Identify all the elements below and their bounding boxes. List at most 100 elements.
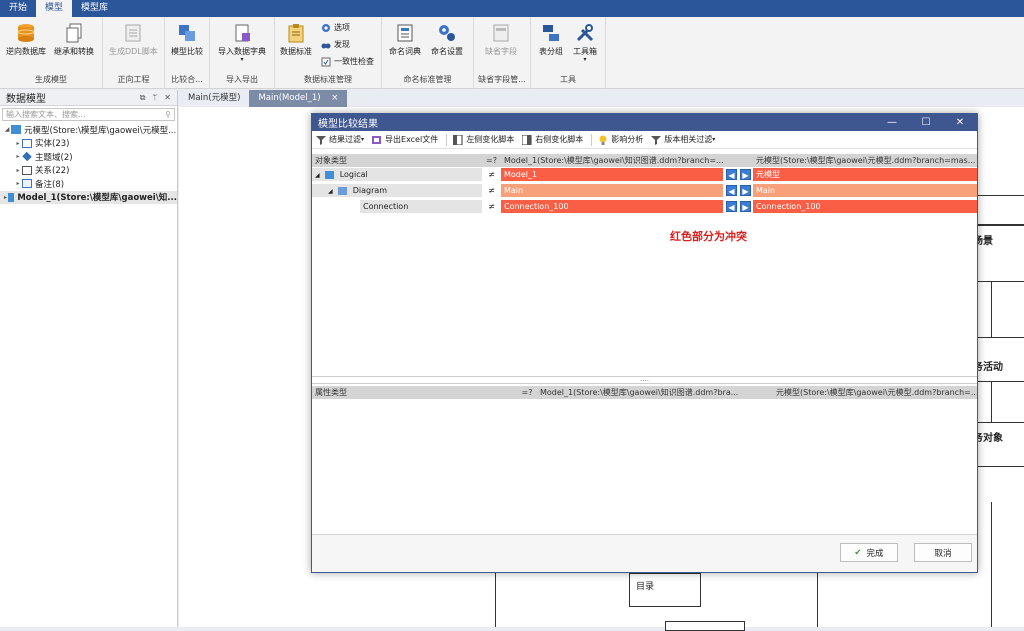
close-button[interactable]: ✕ bbox=[943, 114, 977, 131]
export-excel-button[interactable]: 导出Excel文件 bbox=[372, 134, 438, 145]
copy-right-arrow-icon[interactable]: ▶ bbox=[740, 169, 751, 180]
col-prop-equal[interactable]: =? bbox=[517, 386, 537, 399]
ribbon-group-forward: 生成DDL脚本 正向工程 bbox=[103, 17, 165, 89]
binoculars-icon bbox=[321, 43, 331, 48]
caret-right-icon[interactable]: ▸ bbox=[14, 180, 22, 187]
float-icon[interactable]: ⧉ bbox=[140, 93, 146, 103]
tree-item-root[interactable]: ◢ 元模型(Store:\模型库\gaowei\元模型... bbox=[0, 123, 177, 137]
check-icon: ✔ bbox=[854, 547, 862, 558]
reverse-db-button[interactable]: 逆向数据库 bbox=[6, 23, 46, 57]
col-prop-right[interactable]: 元模型(Store:\模型库\gaowei\元模型.ddm?branch=... bbox=[773, 386, 977, 399]
connector-line[interactable] bbox=[817, 573, 818, 627]
toolbox-button[interactable]: 工具箱 ▾ bbox=[573, 23, 597, 63]
cell-left-value[interactable]: Model_1 bbox=[501, 168, 723, 181]
caret-right-icon[interactable]: ▸ bbox=[14, 153, 22, 160]
close-icon[interactable]: ✕ bbox=[164, 93, 171, 103]
diagram-note-catalog[interactable]: 目录 bbox=[629, 573, 701, 607]
document-copy-icon bbox=[66, 23, 82, 43]
options-button[interactable]: 选项 bbox=[321, 22, 350, 33]
diagram-entity-bottom[interactable] bbox=[665, 621, 745, 631]
connector-line[interactable] bbox=[991, 382, 992, 422]
naming-settings-button[interactable]: 命名设置 bbox=[431, 23, 463, 57]
logical-icon bbox=[325, 170, 335, 179]
ribbon-group-import-export: 导入数据字典 ▾ 导入导出 bbox=[210, 17, 275, 89]
col-left-model[interactable]: Model_1(Store:\模型库\gaowei\知识图谱.ddm?branc… bbox=[501, 154, 723, 167]
missing-field-button[interactable]: 缺省字段 bbox=[485, 23, 517, 57]
relation-icon bbox=[22, 165, 32, 175]
cell-left-value[interactable]: Main bbox=[501, 184, 723, 197]
version-filter-button[interactable]: 版本相关过滤 ▾ bbox=[651, 134, 715, 145]
caret-down-icon[interactable]: ◢ bbox=[3, 126, 11, 133]
menu-tab-model[interactable]: 模型 bbox=[36, 0, 73, 17]
tree-item-note[interactable]: ▸ 备注(8) bbox=[0, 177, 177, 191]
model-compare-button[interactable]: 模型比较 bbox=[171, 23, 203, 57]
search-box[interactable]: 输入搜索文本、搜索... ⚲ bbox=[2, 108, 175, 121]
col-right-model[interactable]: 元模型(Store:\模型库\gaowei\元模型.ddm?branch=mas… bbox=[753, 154, 977, 167]
ribbon-group-tools: 表分组 工具箱 ▾ 工具 bbox=[531, 17, 606, 89]
col-prop-left[interactable]: Model_1(Store:\模型库\gaowei\知识图谱.ddm?bra..… bbox=[537, 386, 757, 399]
diagram-entity-scene[interactable]: 场景 bbox=[970, 225, 1024, 282]
tab-main-meta[interactable]: Main(元模型) bbox=[179, 90, 249, 107]
copy-right-arrow-icon[interactable]: ▶ bbox=[740, 201, 751, 212]
cell-left-value[interactable]: Connection_100 bbox=[501, 200, 723, 213]
tab-main-model1[interactable]: Main(Model_1) × bbox=[249, 90, 348, 107]
copy-left-arrow-icon[interactable]: ◀ bbox=[726, 169, 737, 180]
cell-right-value[interactable]: Main bbox=[753, 184, 977, 197]
naming-dict-button[interactable]: 命名词典 bbox=[389, 23, 421, 57]
connector-line[interactable] bbox=[991, 282, 992, 337]
pin-icon[interactable]: ᛘ bbox=[152, 93, 157, 103]
search-input[interactable]: 输入搜索文本、搜索... bbox=[6, 109, 86, 120]
grid-row-diagram[interactable]: ◢ Diagram bbox=[312, 184, 482, 197]
consistency-check-button[interactable]: 一致性检查 bbox=[321, 56, 374, 67]
copy-left-arrow-icon[interactable]: ◀ bbox=[726, 201, 737, 212]
inherit-button[interactable]: 继承和转换 bbox=[54, 23, 94, 57]
caret-down-icon[interactable]: ◢ bbox=[328, 188, 333, 195]
data-standard-button[interactable]: 数据标准 bbox=[280, 23, 312, 57]
copy-left-arrow-icon[interactable]: ◀ bbox=[726, 185, 737, 196]
col-property-type[interactable]: 属性类型 bbox=[312, 386, 517, 399]
cancel-button[interactable]: 取消 bbox=[914, 543, 972, 562]
connector-line[interactable] bbox=[495, 573, 496, 627]
panel-title: 数据模型 bbox=[6, 94, 46, 105]
right-script-icon bbox=[522, 134, 532, 145]
gen-ddl-button[interactable]: 生成DDL脚本 bbox=[109, 23, 158, 57]
finish-button[interactable]: ✔ 完成 bbox=[840, 543, 898, 562]
search-icon[interactable]: ⚲ bbox=[165, 110, 171, 119]
copy-right-arrow-icon[interactable]: ▶ bbox=[740, 185, 751, 196]
col-equal[interactable]: =? bbox=[482, 154, 501, 167]
caret-down-icon[interactable]: ◢ bbox=[315, 172, 320, 179]
minimize-button[interactable]: — bbox=[875, 114, 909, 131]
discover-button[interactable]: 发现 bbox=[321, 39, 350, 50]
tree-item-entity[interactable]: ▸ 实体(23) bbox=[0, 137, 177, 151]
tab-close-icon[interactable]: × bbox=[331, 93, 338, 103]
table-group-button[interactable]: 表分组 bbox=[539, 23, 563, 57]
compare-result-dialog: 模型比较结果 — ☐ ✕ 结果过滤 ▾ 导出Excel文件 左侧变化脚本 右侧变化… bbox=[311, 113, 978, 573]
left-script-button[interactable]: 左侧变化脚本 bbox=[453, 134, 514, 145]
cell-right-value[interactable]: Connection_100 bbox=[753, 200, 977, 213]
ribbon: 逆向数据库 继承和转换 生成模型 生成DDL脚本 正向工程 模型比较 比较合..… bbox=[0, 17, 1024, 89]
grid-row-logical[interactable]: ◢ Logical bbox=[312, 168, 482, 181]
cell-right-value[interactable]: 元模型 bbox=[753, 168, 977, 181]
gear-icon bbox=[322, 23, 330, 32]
maximize-button[interactable]: ☐ bbox=[909, 114, 943, 131]
impact-analysis-button[interactable]: 影响分析 bbox=[598, 134, 643, 145]
tree-item-relation[interactable]: ▸ 关系(22) bbox=[0, 164, 177, 178]
caret-right-icon[interactable]: ▸ bbox=[14, 140, 22, 147]
tree-item-model1[interactable]: ▸ Model_1(Store:\模型库\gaowei\知... bbox=[0, 190, 177, 204]
tree-item-subject[interactable]: ▸ 主题域(2) bbox=[0, 150, 177, 164]
panel-splitter[interactable]: .... bbox=[312, 376, 977, 384]
right-script-button[interactable]: 右侧变化脚本 bbox=[522, 134, 583, 145]
result-filter-button[interactable]: 结果过滤 ▾ bbox=[316, 134, 364, 145]
dialog-toolbar: 结果过滤 ▾ 导出Excel文件 左侧变化脚本 右侧变化脚本 影响分析 版本相关过… bbox=[312, 131, 977, 149]
menu-tab-model-library[interactable]: 模型库 bbox=[72, 0, 117, 17]
import-dict-button[interactable]: 导入数据字典 ▾ bbox=[218, 23, 266, 63]
menu-tab-start[interactable]: 开始 bbox=[0, 0, 36, 17]
tools-icon bbox=[576, 24, 594, 42]
diagram-entity-top[interactable] bbox=[970, 195, 1024, 225]
caret-right-icon[interactable]: ▸ bbox=[14, 167, 22, 174]
dropdown-arrow-icon: ▾ bbox=[712, 135, 716, 143]
connector-line[interactable] bbox=[991, 502, 992, 627]
col-object-type[interactable]: 对象类型 bbox=[312, 154, 482, 167]
grid-row-connection[interactable]: Connection bbox=[360, 200, 482, 213]
panel-header: 数据模型 ⧉ ᛘ ✕ bbox=[0, 90, 177, 106]
